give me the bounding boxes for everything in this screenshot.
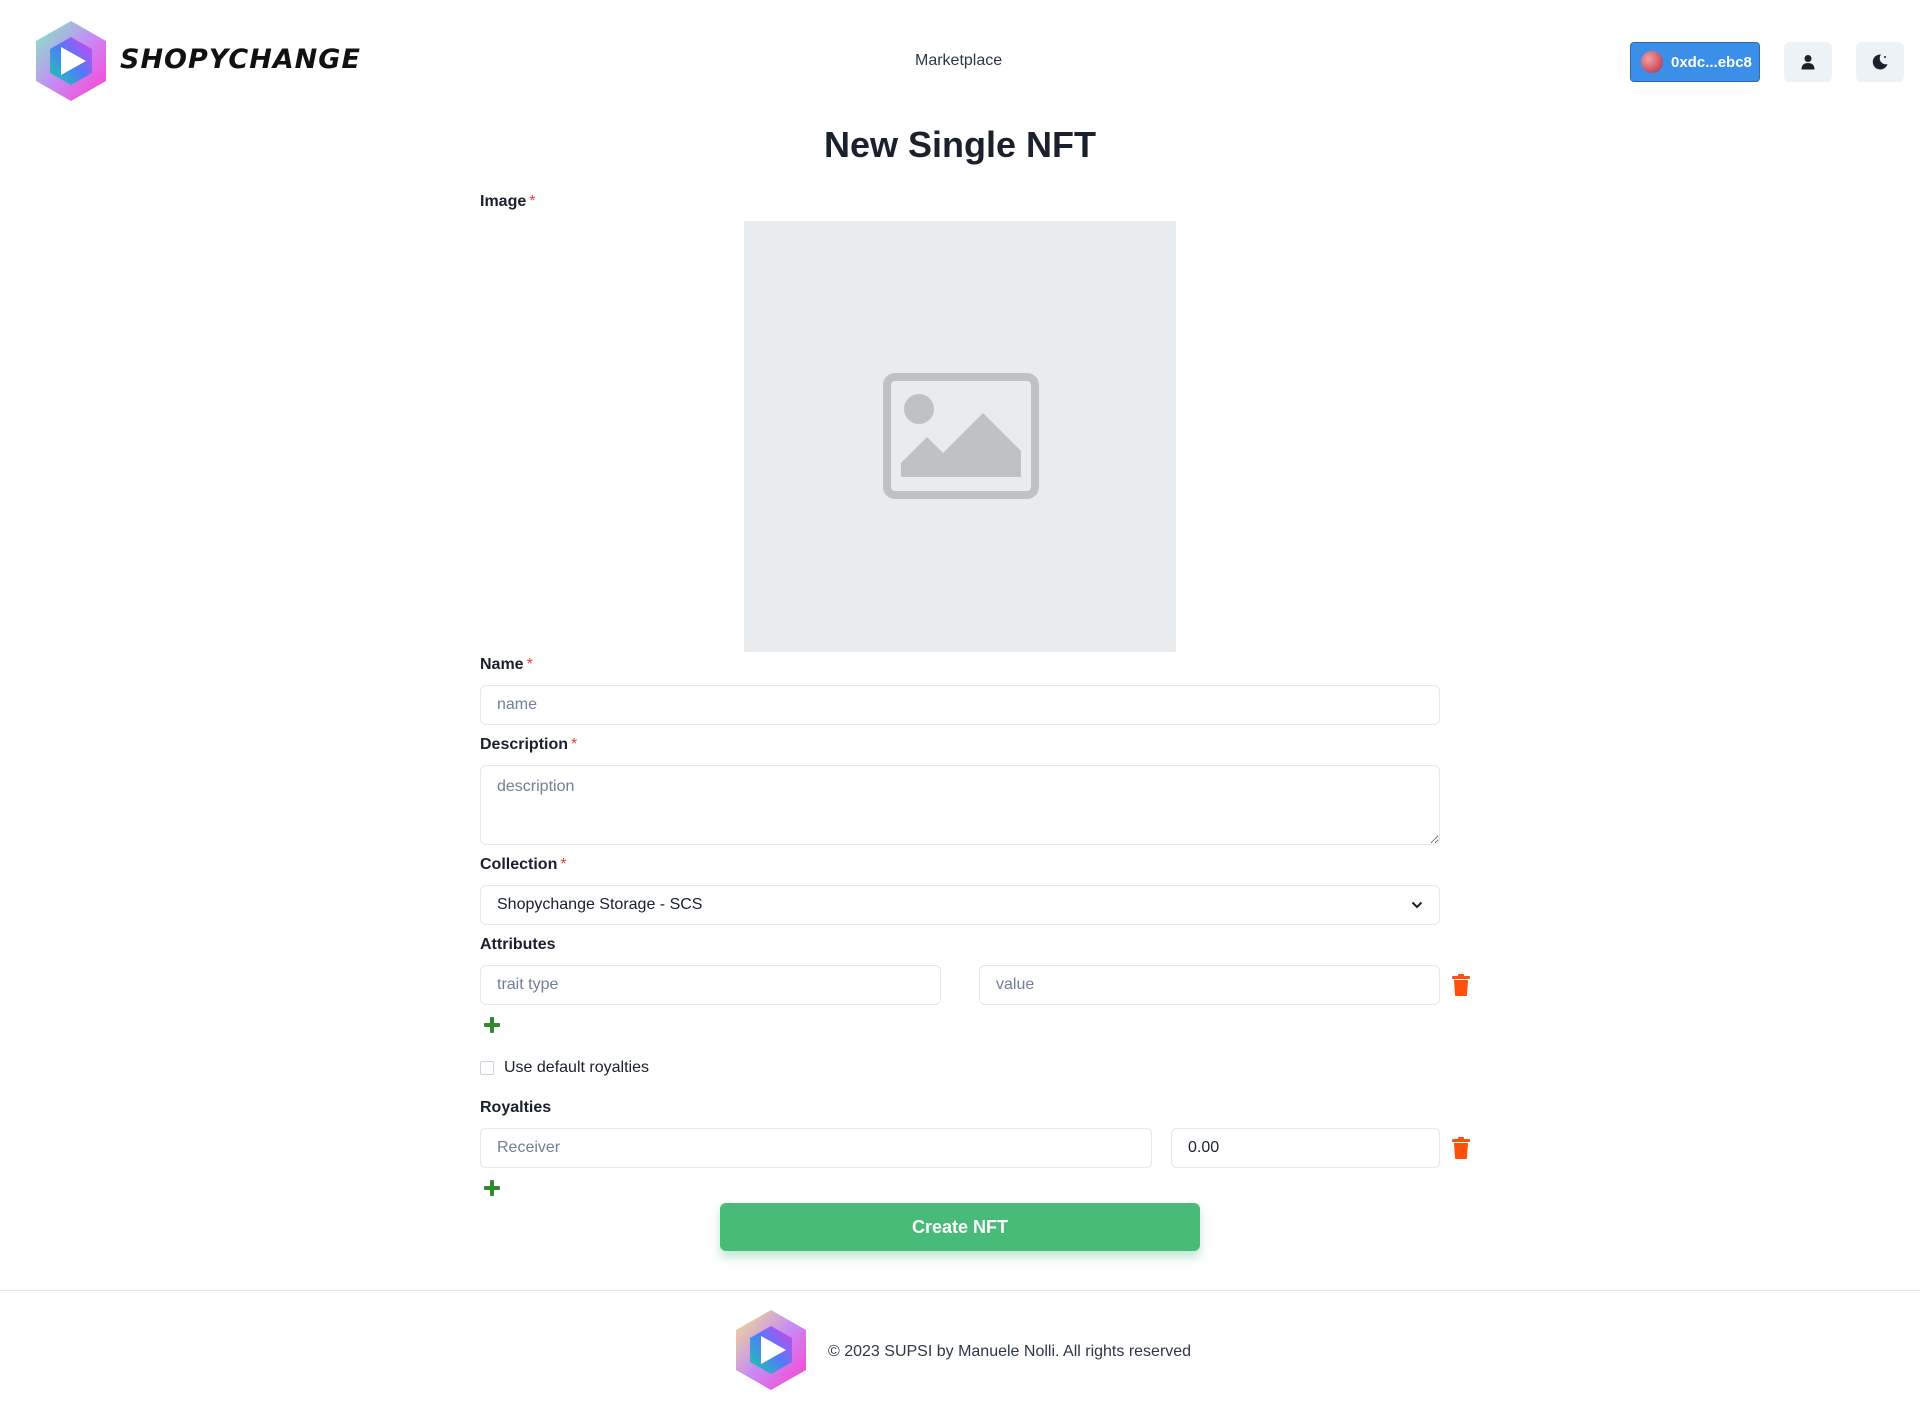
chevron-down-icon <box>1411 901 1423 909</box>
royalty-receiver-input[interactable] <box>480 1128 1152 1168</box>
wallet-address: 0xdc...ebc8 <box>1671 53 1752 71</box>
moon-icon <box>1872 54 1888 70</box>
nav-marketplace-link[interactable]: Marketplace <box>915 52 1002 70</box>
add-attribute-icon[interactable] <box>484 1017 500 1033</box>
footer-divider <box>0 1290 1920 1291</box>
collection-selected-value: Shopychange Storage - SCS <box>497 896 703 913</box>
description-label-text: Description <box>480 736 569 753</box>
required-mark: * <box>526 656 533 673</box>
image-placeholder-icon <box>883 373 1039 499</box>
name-label-text: Name <box>480 656 524 673</box>
image-label-text: Image <box>480 193 527 210</box>
theme-toggle-button[interactable] <box>1856 42 1904 82</box>
name-input[interactable] <box>480 685 1440 725</box>
logo-icon[interactable] <box>34 19 108 103</box>
required-mark: * <box>529 193 536 210</box>
page-title: New Single NFT <box>823 124 1097 165</box>
description-input[interactable] <box>480 765 1440 845</box>
footer-copyright: © 2023 SUPSI by Manuele Nolli. All right… <box>828 1343 1192 1360</box>
default-royalties-label[interactable]: Use default royalties <box>504 1059 649 1077</box>
trait-value-input[interactable] <box>979 965 1440 1005</box>
attributes-label: Attributes <box>480 936 556 953</box>
collection-label-text: Collection <box>480 856 558 873</box>
wallet-button[interactable]: 0xdc...ebc8 <box>1630 42 1760 82</box>
collection-select[interactable]: Shopychange Storage - SCS <box>480 885 1440 925</box>
royalty-amount-input[interactable] <box>1171 1128 1440 1168</box>
image-upload-area[interactable] <box>744 221 1176 652</box>
image-label: Image * <box>480 193 535 211</box>
add-royalty-icon[interactable] <box>484 1180 500 1196</box>
trash-icon[interactable] <box>1452 1137 1470 1159</box>
description-label: Description * <box>480 736 577 754</box>
footer-logo-icon <box>736 1310 806 1390</box>
required-mark: * <box>571 736 578 753</box>
wallet-avatar <box>1641 51 1663 73</box>
brand-name[interactable]: SHOPYCHANGE <box>120 44 361 75</box>
create-nft-button[interactable]: Create NFT <box>720 1203 1200 1251</box>
default-royalties-checkbox[interactable] <box>480 1061 494 1075</box>
required-mark: * <box>560 856 567 873</box>
profile-button[interactable] <box>1784 42 1832 82</box>
trait-type-input[interactable] <box>480 965 941 1005</box>
trash-icon[interactable] <box>1452 974 1470 996</box>
name-label: Name * <box>480 656 533 674</box>
collection-label: Collection * <box>480 856 567 874</box>
user-icon <box>1801 55 1815 70</box>
royalties-label: Royalties <box>480 1099 552 1116</box>
